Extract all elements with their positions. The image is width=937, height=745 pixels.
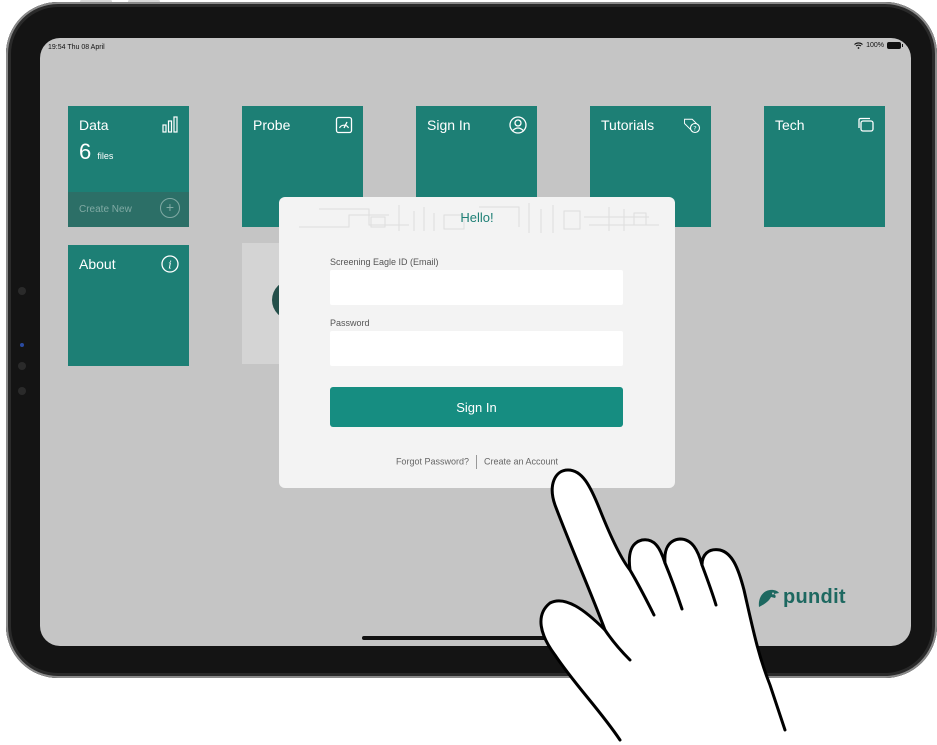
tile-data-title: Data xyxy=(79,117,109,133)
password-field[interactable] xyxy=(330,331,623,366)
sensor-dot-2 xyxy=(18,362,26,370)
camera-dot xyxy=(18,287,26,295)
svg-text:i: i xyxy=(168,259,172,272)
svg-text:?: ? xyxy=(693,125,696,133)
link-divider xyxy=(475,455,477,469)
info-icon: i xyxy=(160,254,180,274)
tile-tech-title: Tech xyxy=(775,117,805,133)
user-circle-icon xyxy=(508,115,528,135)
email-label: Screening Eagle ID (Email) xyxy=(330,257,439,267)
data-count-unit: files xyxy=(97,151,114,161)
battery-icon xyxy=(887,42,903,49)
tap-hand-icon xyxy=(539,468,787,742)
bar-chart-icon xyxy=(160,115,180,135)
tile-tech[interactable]: Tech xyxy=(764,106,885,227)
sensor-dot-3 xyxy=(18,387,26,395)
tile-about-title: About xyxy=(79,256,116,272)
dialog-title: Hello! xyxy=(460,210,494,225)
data-count-number: 6 xyxy=(79,139,92,164)
create-new-label: Create New xyxy=(79,204,132,215)
battery-percent: 100% xyxy=(866,42,884,49)
status-time: 19:54 Thu 08 April xyxy=(48,44,105,51)
tile-probe-title: Probe xyxy=(253,117,291,133)
sensor-dot xyxy=(20,343,24,347)
wifi-icon xyxy=(854,42,863,49)
password-label: Password xyxy=(330,318,370,328)
data-file-count: 6 files xyxy=(79,139,113,165)
sign-in-dialog: Hello! Screening Eagle ID (Email) Passwo… xyxy=(279,197,675,488)
email-field[interactable] xyxy=(330,270,623,305)
tile-data[interactable]: Data 6 files Create New + xyxy=(68,106,189,227)
create-new-strip[interactable]: Create New + xyxy=(68,192,189,227)
help-tag-icon: ? xyxy=(682,115,702,135)
logo-text: pundit xyxy=(783,586,846,608)
windows-icon xyxy=(856,115,876,135)
status-right: 100% xyxy=(854,42,903,49)
tile-about[interactable]: About i xyxy=(68,245,189,366)
tile-tutorials-title: Tutorials xyxy=(601,117,655,133)
tile-signin-title: Sign In xyxy=(427,117,471,133)
sign-in-button[interactable]: Sign In xyxy=(330,387,623,427)
plus-icon[interactable]: + xyxy=(160,198,180,218)
forgot-password-link[interactable]: Forgot Password? xyxy=(396,456,469,466)
gauge-icon xyxy=(334,115,354,135)
